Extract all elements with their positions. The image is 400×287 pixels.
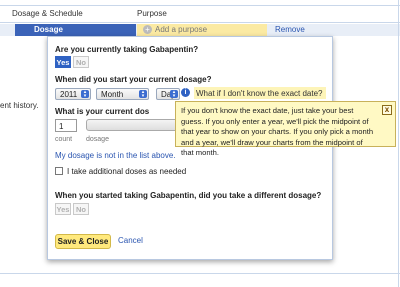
page-bottom-border	[0, 273, 400, 274]
page-right-border	[398, 0, 399, 287]
exact-date-help-link[interactable]: What if I don't know the exact date?	[194, 87, 326, 99]
currently-taking-toggle: Yes No	[55, 56, 91, 68]
no-button[interactable]: No	[73, 56, 89, 68]
close-icon[interactable]: x	[382, 105, 392, 115]
exact-date-tooltip: If you don't know the exact date, just t…	[175, 101, 396, 157]
dosage-tab[interactable]: Dosage	[15, 24, 136, 36]
question-different-dosage: When you started taking Gabapentin, did …	[55, 191, 322, 200]
year-value: 2011	[60, 90, 78, 99]
add-purpose-button[interactable]: + Add a purpose	[137, 24, 267, 36]
additional-doses-checkbox[interactable]	[55, 167, 63, 175]
different-dosage-toggle: Yes No	[55, 203, 91, 215]
background-text: ent history.	[0, 101, 39, 110]
header-top-border	[0, 5, 400, 6]
select-arrows-icon: ▴ ▾	[170, 90, 178, 99]
info-icon[interactable]: i	[181, 88, 190, 97]
no-button[interactable]: No	[73, 203, 89, 215]
year-select[interactable]: 2011 ▴ ▾	[55, 88, 91, 100]
add-purpose-label: Add a purpose	[155, 25, 208, 34]
select-arrows-icon: ▴ ▾	[81, 90, 89, 99]
count-label: count	[55, 136, 73, 143]
yes-button[interactable]: Yes	[55, 56, 71, 68]
select-arrows-icon: ▴ ▾	[139, 90, 147, 99]
yes-button[interactable]: Yes	[55, 203, 71, 215]
cancel-link[interactable]: Cancel	[118, 236, 143, 245]
header-bottom-border	[0, 22, 400, 23]
day-select[interactable]: Day ▴ ▾	[156, 88, 180, 100]
dosage-not-in-list-link[interactable]: My dosage is not in the list above.	[55, 151, 176, 160]
question-start-date: When did you start your current dosage?	[55, 75, 212, 84]
plus-icon: +	[143, 25, 152, 34]
save-close-button[interactable]: Save & Close	[55, 234, 111, 249]
month-value: Month	[101, 90, 124, 99]
remove-link[interactable]: Remove	[275, 25, 305, 34]
question-currently-taking: Are you currently taking Gabapentin?	[55, 45, 199, 54]
question-current-dosage: What is your current dos	[55, 107, 150, 116]
count-input[interactable]: 1	[55, 119, 77, 132]
month-select[interactable]: Month ▴ ▾	[96, 88, 149, 100]
dosage-label: dosage	[86, 136, 109, 143]
column-header-dosage-schedule: Dosage & Schedule	[12, 9, 83, 18]
column-header-purpose: Purpose	[137, 9, 167, 18]
additional-doses-label: I take additional doses as needed	[67, 167, 187, 176]
